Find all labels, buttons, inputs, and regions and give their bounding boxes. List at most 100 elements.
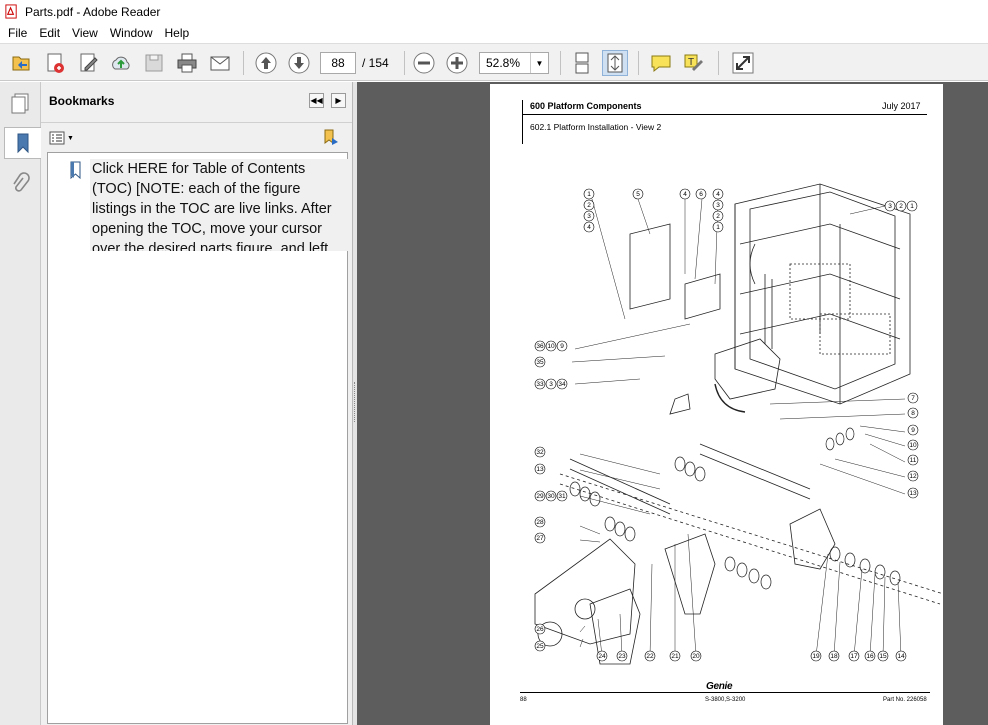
page-footer-models: S-3800,S-3200: [705, 697, 746, 703]
zoom-in-icon: [446, 52, 468, 74]
open-button[interactable]: [8, 50, 34, 76]
options-menu-button[interactable]: ▼: [49, 130, 75, 146]
callout: 22: [646, 653, 654, 660]
chevron-down-icon: ▼: [67, 134, 74, 142]
zoom-out-icon: [413, 52, 435, 74]
save-button[interactable]: [141, 50, 167, 76]
panel-header: Bookmarks ◀◀ ▶: [41, 82, 352, 120]
find-bookmark-button[interactable]: [322, 128, 340, 149]
callout: 13: [536, 466, 544, 473]
menu-edit[interactable]: Edit: [33, 23, 66, 43]
page-header-date: July 2017: [882, 101, 921, 111]
pages-panel-button[interactable]: [4, 88, 35, 120]
zoom-value: 52.8%: [486, 56, 521, 70]
callout: 1: [716, 224, 720, 231]
sign-icon: T: [684, 54, 703, 71]
callout: 23: [618, 653, 626, 660]
document-viewer[interactable]: 600 Platform Components July 2017 602.1 …: [357, 82, 988, 725]
parts-exploded-diagram: 1 2 3 4 5 4 6 4 3 2 1 3 2 1 36 10 9 35 3…: [534, 183, 943, 665]
callout: 2: [899, 203, 903, 210]
menu-file[interactable]: File: [2, 23, 33, 43]
callout: 4: [587, 224, 591, 231]
callout: 8: [911, 410, 915, 417]
toolbar: 88 / 154 52.8% ▼ T: [0, 43, 988, 81]
expand-panel-button[interactable]: ▶: [331, 93, 346, 108]
bookmark-tree: Click HERE for Table of Contents (TOC) […: [47, 152, 348, 724]
callout: 7: [911, 395, 915, 402]
callout: 1: [910, 203, 914, 210]
callout: 34: [558, 381, 566, 388]
edit-pdf-button[interactable]: [76, 50, 102, 76]
bookmarks-panel-button[interactable]: [4, 127, 41, 159]
expand-button[interactable]: [730, 50, 756, 76]
create-pdf-icon: [47, 53, 64, 73]
create-pdf-button[interactable]: [42, 50, 68, 76]
chevron-down-icon[interactable]: ▼: [530, 53, 548, 73]
print-button[interactable]: [174, 50, 200, 76]
paperclip-icon: [12, 172, 30, 192]
fit-page-button[interactable]: [602, 50, 628, 76]
callout: 35: [536, 359, 544, 366]
navigation-rail: [0, 82, 41, 725]
sign-button[interactable]: T: [681, 50, 707, 76]
prev-page-icon: [255, 52, 277, 74]
page-total-label: / 154: [362, 56, 389, 70]
pages-icon: [11, 93, 28, 114]
callout: 3: [587, 213, 591, 220]
callout: 25: [536, 643, 544, 650]
expand-icon: [732, 52, 754, 74]
upload-button[interactable]: [108, 50, 134, 76]
page-number-input[interactable]: 88: [320, 52, 356, 74]
menu-view[interactable]: View: [66, 23, 104, 43]
callout: 9: [560, 343, 564, 350]
callout: 30: [547, 493, 555, 500]
previous-page-button[interactable]: [253, 50, 279, 76]
callout: 33: [536, 381, 544, 388]
callout: 1: [587, 191, 591, 198]
zoom-in-button[interactable]: [444, 50, 470, 76]
callout: 26: [536, 626, 544, 633]
page-footer-partno: Part No. 226058: [883, 697, 927, 703]
panel-title: Bookmarks: [49, 94, 115, 108]
zoom-select[interactable]: 52.8% ▼: [479, 52, 549, 74]
open-icon: [12, 56, 30, 71]
email-button[interactable]: [207, 50, 233, 76]
callout: 16: [866, 653, 874, 660]
comment-icon: [651, 55, 671, 73]
svg-text:T: T: [688, 57, 694, 68]
panel-tools: ▼: [41, 122, 352, 150]
fit-page-icon: [607, 53, 623, 73]
next-page-button[interactable]: [286, 50, 312, 76]
acrobat-app-icon: [5, 4, 17, 19]
print-icon: [177, 53, 197, 73]
callout: 19: [812, 653, 820, 660]
menu-window[interactable]: Window: [104, 23, 159, 43]
collapse-panel-button[interactable]: ◀◀: [309, 93, 324, 108]
menu-bar: File Edit View Window Help: [0, 23, 988, 43]
comment-button[interactable]: [648, 50, 674, 76]
callout: 28: [536, 519, 544, 526]
bookmark-search-icon: [324, 129, 338, 145]
callout: 27: [536, 535, 544, 542]
page-number: 88: [520, 697, 527, 703]
callout: 11: [910, 457, 917, 464]
zoom-out-button[interactable]: [411, 50, 437, 76]
upload-icon: [112, 56, 130, 70]
callout: 15: [879, 653, 887, 660]
callout: 10: [547, 343, 555, 350]
callout: 5: [636, 191, 640, 198]
callout: 3: [549, 381, 553, 388]
bookmark-icon: [70, 161, 81, 179]
callout: 24: [598, 653, 606, 660]
callout: 9: [911, 427, 915, 434]
page-subheader: 602.1 Platform Installation - View 2: [530, 122, 662, 132]
window-title: Parts.pdf - Adobe Reader: [25, 4, 161, 19]
bookmark-label: Click HERE for Table of Contents (TOC) […: [90, 159, 348, 251]
menu-help[interactable]: Help: [159, 23, 196, 43]
scroll-mode-button[interactable]: [569, 50, 595, 76]
callout: 2: [716, 213, 720, 220]
attachments-panel-button[interactable]: [4, 168, 35, 200]
callout: 3: [716, 202, 720, 209]
email-icon: [210, 56, 230, 71]
title-bar: Parts.pdf - Adobe Reader: [0, 0, 988, 23]
